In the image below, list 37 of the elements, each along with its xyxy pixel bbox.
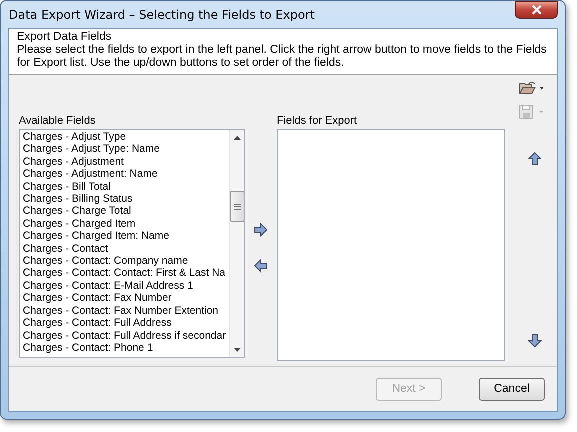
cancel-button[interactable]: Cancel [479,378,545,400]
scroll-thumb[interactable] [230,191,244,222]
list-item[interactable]: Charges - Billing Status [23,193,226,206]
scrollbar[interactable] [229,130,244,357]
available-fields-list[interactable] [19,129,245,358]
section-title: Export Data Fields [17,31,113,44]
scroll-up-icon[interactable] [234,136,241,140]
list-item[interactable]: Charges - Charge Total [23,205,226,218]
list-item[interactable]: Charges - Adjust Type [23,131,226,144]
list-item[interactable]: Charges - Charged Item [23,218,226,230]
list-item[interactable]: Charges - Bill Total [23,180,226,194]
list-item[interactable]: Charges - Contact: E-Mail Address 1 [23,280,226,292]
list-item[interactable]: Charges - Contact [23,242,226,256]
scroll-down-icon[interactable] [234,348,241,352]
list-item[interactable]: Charges - Adjustment [23,156,226,168]
list-label: Fields for Export [277,115,358,127]
move-down-icon[interactable] [528,334,542,348]
window-title: Data Export Wizard – Selecting the Fields to Export [8,8,315,22]
close-icon [530,5,542,15]
list-item[interactable]: Charges - Contact: Company name [23,255,226,268]
list-item[interactable]: Charges - Contact: Fax Number [23,292,226,305]
list-item[interactable]: Charges - Charged Item: Name [23,230,226,243]
list-label: Available Fields [19,115,97,127]
move-up-icon[interactable] [528,152,542,166]
list-item[interactable]: Charges - Adjustment: Name [23,168,226,181]
instructions-text: Please select the fields to export in the left panel. Click the right arrow button to move fields to the Fields for Export list. Use the up/down buttons to set order of the fields. [17,44,548,70]
export-fields-list[interactable] [277,129,505,361]
list-item[interactable]: Charges - Contact: Contact: First & Last Na [23,267,226,280]
move-left-icon[interactable] [254,259,268,273]
list-item[interactable]: Charges - Contact: Fax Number Extention [23,304,226,318]
open-folder-icon[interactable] [519,81,545,95]
list-item[interactable]: Charges - Contact: Full Address [23,317,226,330]
list-item[interactable]: Charges - Contact: Phone 1 [23,342,226,354]
close-button[interactable] [515,1,558,19]
move-right-icon[interactable] [254,223,268,237]
list-item[interactable]: Charges - Adjust Type: Name [23,143,226,156]
list-item[interactable]: Charges - Contact: Full Address if secondar [23,330,226,342]
